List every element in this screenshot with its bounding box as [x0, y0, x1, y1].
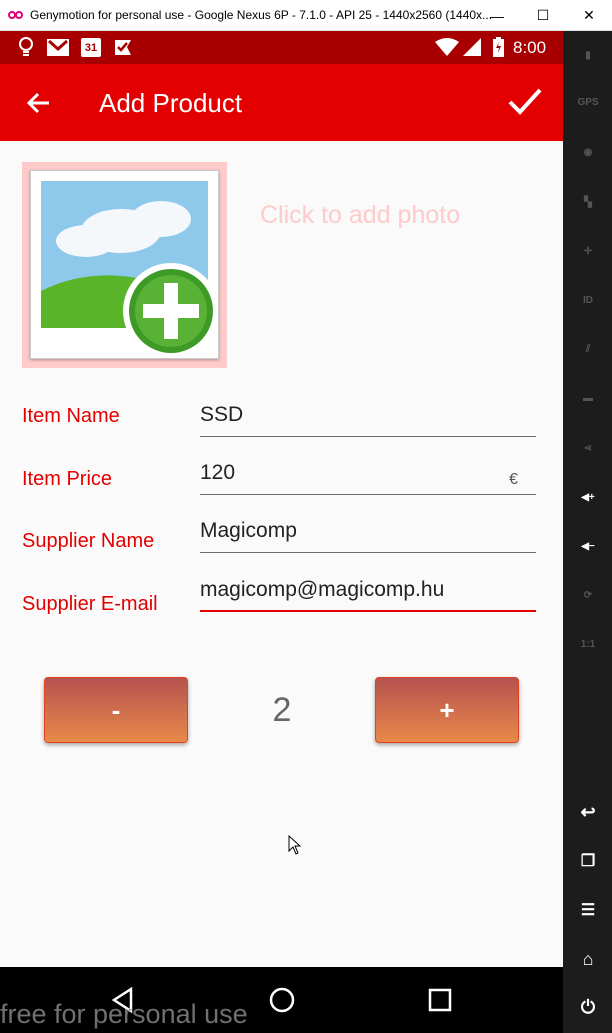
maximize-button[interactable]: ☐: [520, 0, 566, 31]
share-tool-icon[interactable]: ⋖: [575, 435, 601, 461]
increase-quantity-label: +: [439, 694, 455, 725]
cell-signal-icon: [462, 37, 482, 57]
recent-apps-tool-icon[interactable]: ❐: [575, 848, 601, 874]
item-name-label: Item Name: [22, 405, 120, 427]
supplier-email-field[interactable]: magicomp@magicomp.hu: [200, 572, 536, 612]
mouse-cursor-icon: [288, 834, 302, 860]
identifiers-tool-icon[interactable]: ID: [575, 287, 601, 313]
status-time: 8:00: [513, 38, 547, 57]
remote-control-tool-icon[interactable]: ✛: [575, 238, 601, 264]
item-price-field[interactable]: 120 €: [200, 455, 536, 495]
network-tool-icon[interactable]: ⫽: [575, 336, 601, 362]
page-title: Add Product: [99, 88, 243, 118]
item-name-field[interactable]: SSD: [200, 397, 536, 437]
gmail-icon: [46, 37, 70, 57]
supplier-email-label: Supplier E-mail: [22, 593, 158, 615]
add-photo-hint[interactable]: Click to add photo: [260, 201, 460, 230]
battery-tool-icon[interactable]: ▮: [575, 42, 601, 68]
minimize-icon: —: [490, 7, 504, 24]
checkmark-icon[interactable]: [505, 84, 545, 120]
sms-tool-icon[interactable]: ▬: [575, 385, 601, 411]
webcam-tool-icon[interactable]: ◉: [575, 139, 601, 165]
decrease-quantity-label: -: [111, 694, 121, 725]
capture-tool-icon[interactable]: ▚: [575, 189, 601, 215]
item-name-value: SSD: [200, 403, 244, 426]
supplier-name-value: Magicomp: [200, 519, 297, 542]
window-title: Genymotion for personal use - Google Nex…: [30, 8, 493, 22]
genymotion-logo-icon: [8, 9, 24, 21]
lightbulb-icon: [16, 37, 36, 57]
home-tool-icon[interactable]: ⌂: [575, 946, 601, 972]
quantity-value: 2: [272, 691, 292, 729]
increase-quantity-button[interactable]: +: [375, 677, 519, 743]
window-title-bar: Genymotion for personal use - Google Nex…: [0, 0, 612, 31]
calendar-day: 31: [81, 37, 101, 57]
add-photo-button[interactable]: [22, 162, 227, 368]
close-button[interactable]: ✕: [566, 0, 612, 31]
rotate-tool-icon[interactable]: ⟳: [575, 582, 601, 608]
emulator-toolbar: ▮ GPS ◉ ▚ ✛ ID ⫽ ▬ ⋖ ◀+ ◀− ⟳ 1:1 ↩ ❐ ☰ ⌂…: [563, 31, 612, 1033]
menu-tool-icon[interactable]: ☰: [575, 897, 601, 923]
wifi-icon: [434, 37, 460, 57]
calendar-icon: 31: [80, 37, 102, 57]
emulator-window: Genymotion for personal use - Google Nex…: [0, 0, 612, 1033]
power-tool-icon[interactable]: ⏻: [575, 994, 601, 1020]
battery-charging-icon: [492, 37, 504, 57]
volume-down-tool-icon[interactable]: ◀−: [575, 533, 601, 559]
app-toolbar: Add Product: [0, 64, 563, 141]
watermark: free for personal use: [0, 999, 248, 1029]
nav-home-circle-icon[interactable]: [267, 985, 297, 1015]
task-check-icon: [112, 37, 134, 57]
gps-tool-icon[interactable]: GPS: [575, 89, 601, 115]
back-tool-icon[interactable]: ↩: [575, 799, 601, 825]
close-icon: ✕: [583, 7, 595, 23]
android-status-bar: 31 8:00: [0, 31, 563, 64]
minimize-button[interactable]: —: [474, 0, 520, 31]
nav-recents-square-icon[interactable]: [425, 985, 455, 1015]
pixel-perfect-tool-icon[interactable]: 1:1: [575, 631, 601, 657]
currency-symbol: €: [509, 471, 518, 488]
maximize-icon: ☐: [536, 7, 550, 23]
add-product-form: Click to add photo Item Name SSD Item Pr…: [0, 141, 563, 967]
supplier-name-field[interactable]: Magicomp: [200, 513, 536, 553]
supplier-name-label: Supplier Name: [22, 530, 155, 552]
arrow-back-icon[interactable]: [24, 88, 54, 118]
add-photo-icon: [30, 170, 219, 359]
volume-up-tool-icon[interactable]: ◀+: [575, 484, 601, 510]
item-price-value: 120: [200, 461, 236, 484]
supplier-email-value: magicomp@magicomp.hu: [200, 578, 445, 601]
decrease-quantity-button[interactable]: -: [44, 677, 188, 743]
item-price-label: Item Price: [22, 468, 113, 490]
